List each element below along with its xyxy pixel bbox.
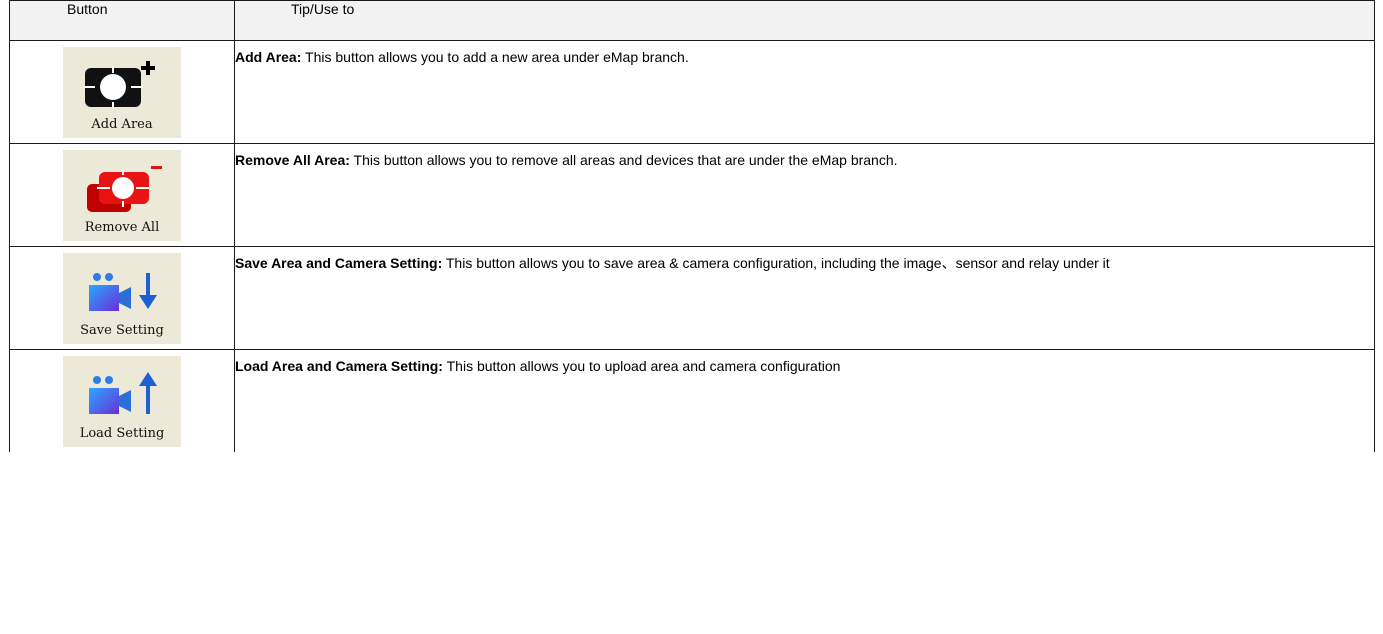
button-label: Add Area [91, 117, 153, 132]
tip-description: This button allows you to upload area an… [442, 358, 841, 374]
remove-all-button: Remove All [63, 150, 181, 241]
table-row: Remove All Remove All Area: This button … [9, 143, 1375, 247]
button-label: Load Setting [79, 426, 165, 441]
tip-title: Load Area and Camera Setting: [235, 358, 443, 374]
table-header-row: Button Tip/Use to [9, 0, 1375, 41]
tip-title: Remove All Area: [235, 152, 350, 168]
tip-title: Save Area and Camera Setting: [235, 255, 443, 271]
button-cell: Save Setting [9, 246, 235, 350]
tip-cell: Add Area: This button allows you to add … [234, 40, 1375, 144]
add-area-button: Add Area [63, 47, 181, 138]
button-label: Save Setting [80, 323, 164, 338]
tip-cell: Remove All Area: This button allows you … [234, 143, 1375, 247]
button-cell: Remove All [9, 143, 235, 247]
tip-cell: Save Area and Camera Setting: This butto… [234, 246, 1375, 350]
tip-description: This button allows you to add a new area… [301, 49, 689, 65]
table-row: Save Setting Save Area and Camera Settin… [9, 246, 1375, 350]
load-setting-button: Load Setting [63, 356, 181, 447]
table-row: Load Setting Load Area and Camera Settin… [9, 349, 1375, 452]
tip-title: Add Area: [235, 49, 302, 65]
button-cell: Add Area [9, 40, 235, 144]
header-button: Button [9, 0, 235, 41]
tip-description: This button allows you to remove all are… [349, 152, 898, 168]
header-tip: Tip/Use to [234, 0, 1375, 41]
button-label: Remove All [84, 220, 160, 235]
tip-description: This button allows you to save area & ca… [442, 255, 1110, 271]
button-tip-table: Button Tip/Use to Add Area Add Area: Thi… [9, 0, 1375, 452]
button-cell: Load Setting [9, 349, 235, 452]
tip-cell: Load Area and Camera Setting: This butto… [234, 349, 1375, 452]
save-setting-button: Save Setting [63, 253, 181, 344]
table-row: Add Area Add Area: This button allows yo… [9, 40, 1375, 144]
